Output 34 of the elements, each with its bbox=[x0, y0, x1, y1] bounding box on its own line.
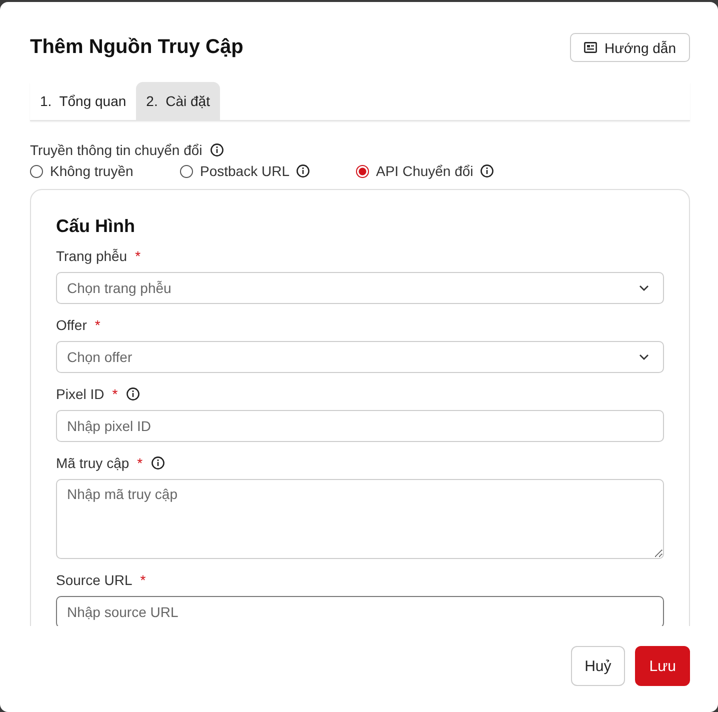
field-label: Offer bbox=[56, 317, 87, 333]
required-mark: * bbox=[135, 248, 141, 264]
guide-button[interactable]: Hướng dẫn bbox=[570, 33, 690, 62]
radio-button[interactable] bbox=[30, 164, 43, 178]
save-button[interactable]: Lưu bbox=[635, 646, 690, 686]
select-field[interactable]: Chọn trang phễu bbox=[56, 272, 664, 304]
required-mark: * bbox=[112, 386, 118, 402]
radio-button[interactable] bbox=[180, 164, 193, 178]
text-field[interactable]: Nhập pixel ID bbox=[56, 410, 664, 442]
radio-label: Postback URL bbox=[200, 163, 290, 179]
field-label: Trang phễu bbox=[56, 248, 128, 264]
tab[interactable]: 1. Tổng quan bbox=[30, 82, 136, 120]
text-field[interactable]: Nhập source URL bbox=[56, 596, 664, 626]
tab[interactable]: 2. Cài đặt bbox=[136, 82, 220, 120]
radio-label: API Chuyển đổi bbox=[376, 163, 474, 179]
text-area[interactable]: Nhập mã truy cập bbox=[56, 479, 664, 559]
placeholder-text: Chọn offer bbox=[67, 349, 132, 365]
cancel-button[interactable]: Huỷ bbox=[570, 646, 626, 686]
chevron-icon bbox=[639, 285, 649, 291]
section-label: Truyền thông tin chuyển đổi bbox=[30, 142, 202, 158]
document-icon bbox=[584, 42, 597, 53]
required-mark: * bbox=[137, 455, 143, 471]
card-heading: Cấu Hình bbox=[56, 216, 136, 237]
field-label: Pixel ID bbox=[56, 386, 104, 402]
field-label: Source URL bbox=[56, 572, 132, 588]
required-mark: * bbox=[94, 317, 100, 333]
select-field[interactable]: Chọn offer bbox=[56, 341, 664, 373]
radio-label: Không truyền bbox=[50, 163, 134, 179]
chevron-icon bbox=[639, 354, 649, 360]
radio-button[interactable] bbox=[356, 164, 369, 178]
required-mark: * bbox=[140, 572, 146, 588]
field-label: Mã truy cập bbox=[56, 455, 130, 471]
placeholder-text: Chọn trang phễu bbox=[67, 280, 172, 296]
dialog-title: Thêm Nguồn Truy Cập bbox=[30, 36, 244, 59]
